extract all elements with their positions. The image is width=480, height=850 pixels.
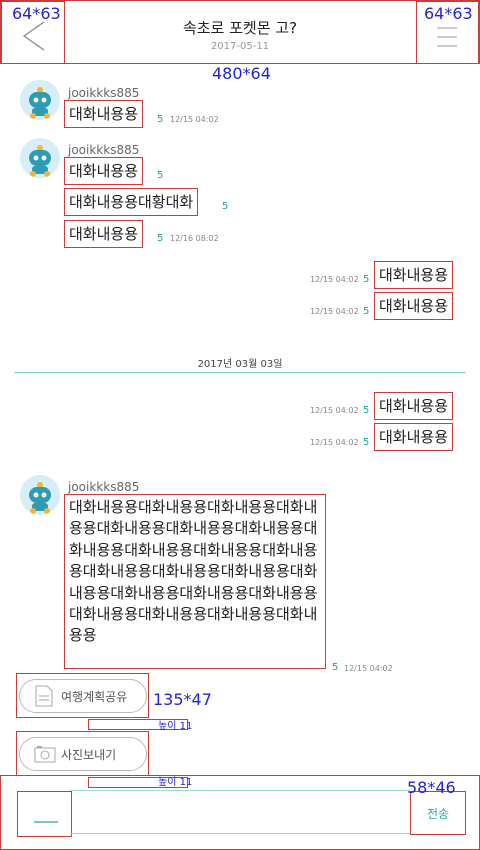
unread-count: 5 (157, 233, 164, 244)
attach-menu-button[interactable] (17, 791, 72, 837)
send-button[interactable]: 전송 (410, 791, 466, 835)
message-bubble: 대화내용용 (64, 157, 144, 185)
chat-screen: 속초로 포켓몬 고? 2017-05-11 64*63 64*63 480*64… (0, 0, 480, 850)
camera-icon (34, 746, 56, 763)
message-bubble-mine: 대화내용용 (374, 423, 454, 451)
button-size-annotation: 135*47 (153, 690, 212, 709)
menu-size-annotation: 64*63 (424, 4, 473, 23)
avatar[interactable] (20, 138, 60, 178)
message-bubble-mine: 대화내용용 (374, 392, 454, 420)
message-input[interactable] (70, 790, 410, 834)
robot-avatar-icon (20, 80, 60, 120)
sender-name: jooikkks885 (68, 480, 140, 494)
robot-avatar-icon (20, 138, 60, 178)
timestamp: 12/15 04:02 (310, 307, 359, 316)
unread-count: 5 (157, 170, 164, 181)
timestamp: 12/15 04:02 (344, 664, 393, 673)
unread-count: 5 (222, 201, 229, 212)
avatar[interactable] (20, 475, 60, 515)
header-bar: 속초로 포켓몬 고? 2017-05-11 (0, 0, 480, 64)
timestamp: 12/15 04:02 (170, 115, 219, 124)
send-size-annotation: 58*46 (407, 778, 456, 797)
share-trip-plan-button[interactable]: 여행계획공유 (16, 673, 149, 718)
robot-avatar-icon (20, 475, 60, 515)
document-icon (35, 685, 53, 707)
unread-count: 5 (157, 114, 164, 125)
send-photo-label: 사진보내기 (61, 748, 117, 762)
message-bubble-long: 대화내용용대화내용용대화내용용대화내용용대화내용용대화내용용대화내용용대화내용용… (64, 494, 326, 669)
back-size-annotation: 64*63 (12, 4, 61, 23)
gap-annotation: 높이 11 (158, 721, 193, 732)
unread-count: 5 (332, 662, 339, 673)
avatar[interactable] (20, 80, 60, 120)
date-divider: 2017년 03월 03일 (197, 359, 283, 370)
message-bubble: 대화내용용대황대화 (64, 188, 199, 216)
timestamp: 12/15 04:02 (310, 438, 359, 447)
unread-count: 5 (363, 306, 370, 317)
unread-count: 5 (363, 437, 370, 448)
message-bubble: 대화내용용 (64, 220, 144, 248)
unread-count: 5 (363, 274, 370, 285)
header-size-annotation: 480*64 (212, 64, 271, 83)
message-bubble-mine: 대화내용용 (374, 292, 454, 320)
sender-name: jooikkks885 (68, 143, 140, 157)
unread-count: 5 (363, 405, 370, 416)
message-bubble-mine: 대화내용용 (374, 261, 454, 289)
page-date: 2017-05-11 (210, 41, 270, 52)
divider-line (14, 372, 466, 373)
message-bubble: 대화내용용 (64, 100, 144, 128)
timestamp: 12/16 08:02 (170, 234, 219, 243)
timestamp: 12/15 04:02 (310, 406, 359, 415)
timestamp: 12/15 04:02 (310, 275, 359, 284)
send-photo-button[interactable]: 사진보내기 (16, 731, 149, 776)
minus-icon (34, 821, 58, 823)
sender-name: jooikkks885 (68, 86, 140, 100)
page-title: 속초로 포켓몬 고? (182, 19, 298, 37)
share-trip-label: 여행계획공유 (61, 690, 128, 704)
